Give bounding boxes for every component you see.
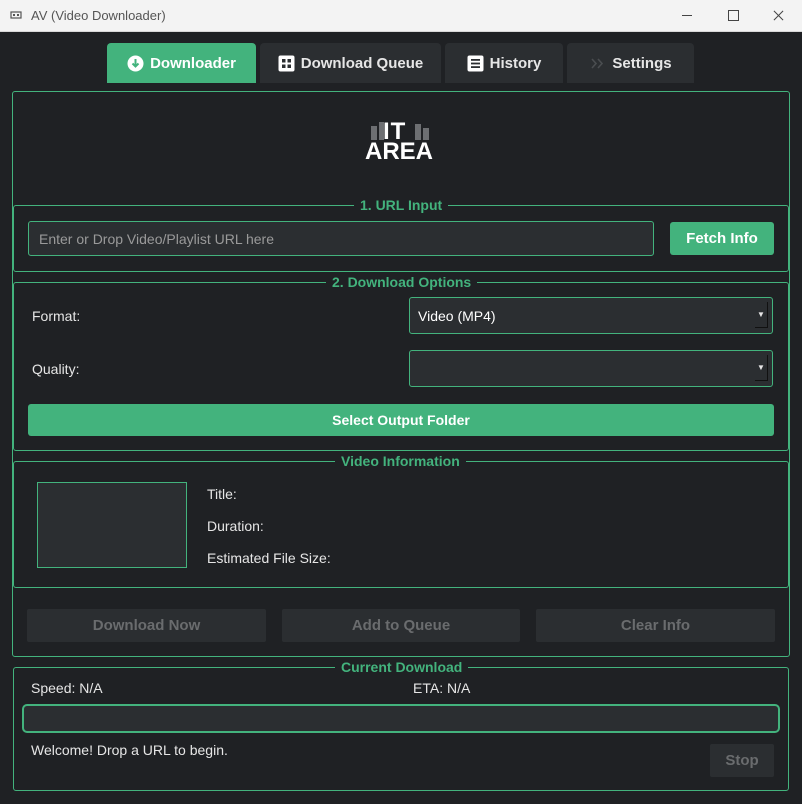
format-select[interactable]: Video (MP4) ▼ [409, 297, 773, 334]
video-thumbnail [37, 482, 187, 568]
tab-history[interactable]: History [445, 43, 563, 83]
fetch-info-button[interactable]: Fetch Info [670, 222, 774, 255]
it-area-logo: IT AREA [365, 118, 437, 165]
title-bar: AV (Video Downloader) [0, 0, 802, 32]
status-text: Welcome! Drop a URL to begin. [31, 742, 228, 758]
add-to-queue-button[interactable]: Add to Queue [282, 609, 520, 642]
tab-label: Downloader [150, 54, 236, 72]
download-circle-icon [127, 55, 144, 72]
url-input[interactable]: Enter or Drop Video/Playlist URL here [28, 221, 654, 256]
tab-downloader[interactable]: Downloader [107, 43, 256, 83]
window-title: AV (Video Downloader) [31, 8, 166, 23]
maximize-button[interactable] [710, 0, 756, 32]
download-now-button[interactable]: Download Now [27, 609, 266, 642]
list-icon [467, 55, 484, 72]
tab-label: Settings [612, 54, 672, 72]
chevron-down-icon: ▼ [755, 355, 768, 381]
format-label: Format: [32, 308, 81, 324]
eta-label: ETA: N/A [413, 680, 471, 696]
chevron-down-icon: ▼ [755, 302, 768, 328]
av-icon [10, 9, 22, 21]
tab-download-queue[interactable]: Download Queue [260, 43, 441, 83]
grid-icon [278, 55, 295, 72]
minimize-button[interactable] [664, 0, 710, 32]
clear-info-button[interactable]: Clear Info [536, 609, 775, 642]
tab-label: History [489, 54, 542, 72]
select-output-folder-button[interactable]: Select Output Folder [28, 404, 774, 436]
quality-select[interactable]: ▼ [409, 350, 773, 387]
section-title: 2. Download Options [326, 274, 478, 290]
tab-label: Download Queue [300, 54, 424, 72]
section-title: Current Download [335, 659, 469, 675]
video-title-label: Title: [207, 486, 237, 502]
stop-button[interactable]: Stop [710, 744, 774, 777]
logo-line2: AREA [365, 138, 434, 165]
video-size-label: Estimated File Size: [207, 550, 331, 566]
section-title: 1. URL Input [354, 197, 449, 213]
download-progress-bar [22, 704, 780, 733]
quality-label: Quality: [32, 361, 80, 377]
format-value: Video (MP4) [418, 307, 496, 324]
video-duration-label: Duration: [207, 518, 264, 534]
speed-label: Speed: N/A [31, 680, 103, 696]
close-button[interactable] [756, 0, 802, 32]
section-title: Video Information [335, 453, 466, 469]
chevrons-right-icon [589, 55, 606, 72]
tab-settings[interactable]: Settings [567, 43, 694, 83]
